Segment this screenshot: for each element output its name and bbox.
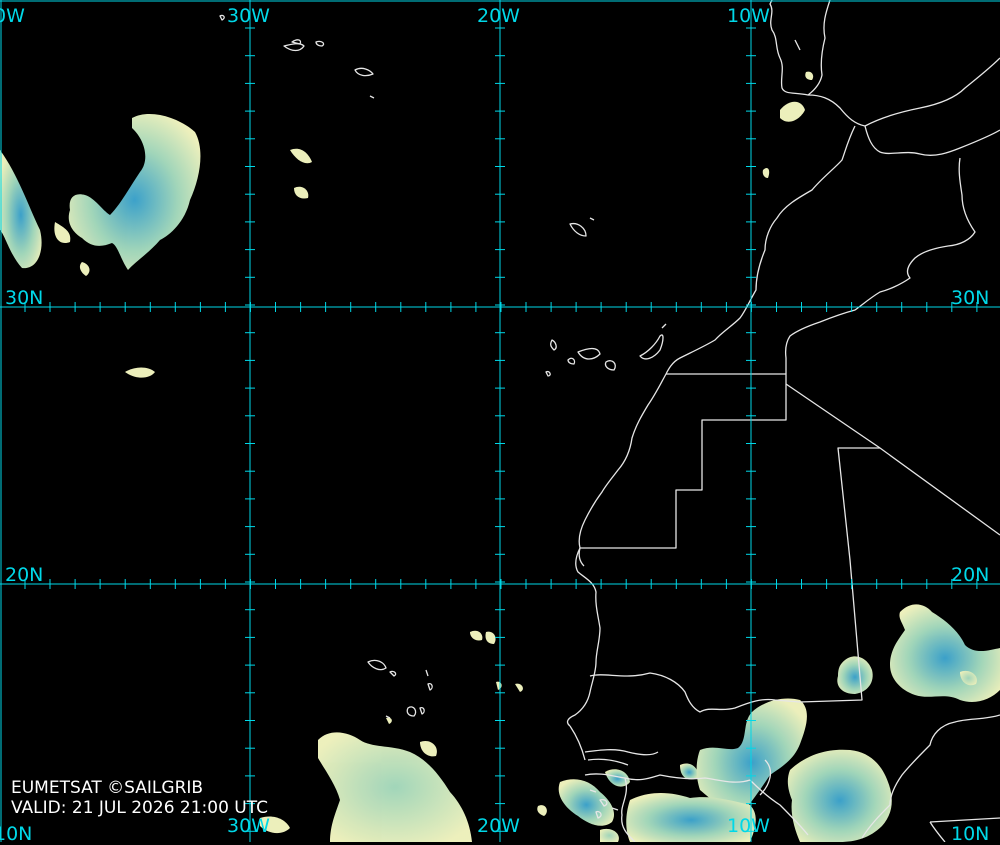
lon-label-20w: 20W [477,5,520,27]
lat-label-30n-left: 30N [5,287,44,309]
lon-label-10w-bottom: 10W [727,815,770,837]
lat-label-20n-left: 20N [5,564,44,586]
lon-label-30w-bottom: 30W [227,815,270,837]
lon-label-20w-bottom: 20W [477,815,520,837]
lat-label-20n-right: 20N [951,564,990,586]
lat-label-10n-right: 10N [951,823,990,845]
lon-label-30w: 30W [227,5,270,27]
lat-label-30n-right: 30N [951,287,990,309]
lat-label-10n-left: 10N [0,823,33,845]
satellite-map [0,0,1000,842]
lon-label-10w: 10W [727,5,770,27]
credit-valid-time: VALID: 21 JUL 2026 21:00 UTC [11,798,269,818]
lon-label-40w: 0W [0,5,25,27]
credit-source: EUMETSAT ©SAILGRIB [11,778,204,798]
